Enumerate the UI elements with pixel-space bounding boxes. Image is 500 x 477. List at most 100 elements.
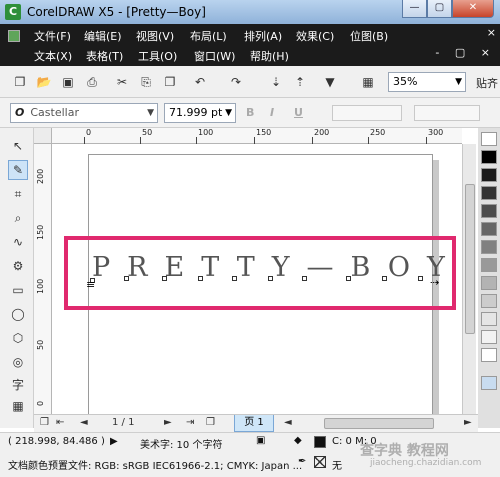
menu-bitmaps[interactable]: 位图(B): [350, 28, 388, 44]
node-handle[interactable]: [382, 276, 387, 281]
vertical-scroll-thumb[interactable]: [465, 184, 475, 334]
paste-icon[interactable]: ❐: [162, 74, 178, 90]
import-icon[interactable]: ⇣: [268, 74, 284, 90]
scroll-left-button[interactable]: ◄: [284, 417, 292, 428]
polygon-tool-icon[interactable]: ⬡: [8, 328, 28, 348]
menu-table[interactable]: 表格(T): [86, 48, 123, 64]
color-swatch[interactable]: [481, 240, 497, 254]
add-page-icon[interactable]: ❐: [206, 417, 215, 428]
color-swatch[interactable]: [481, 330, 497, 344]
font-size-select[interactable]: 71.999 pt ▼: [164, 103, 236, 123]
document-window-controls[interactable]: - ▢ ×: [435, 46, 496, 59]
maximize-button[interactable]: ▢: [427, 0, 452, 18]
menu-text[interactable]: 文本(X): [34, 48, 72, 64]
last-page-button[interactable]: ⇥: [186, 417, 194, 428]
color-swatch[interactable]: [481, 348, 497, 362]
freehand-tool-icon[interactable]: ∿: [8, 232, 28, 252]
font-list-select[interactable]: O Castellar ▼: [10, 103, 158, 123]
text-tool-icon[interactable]: 字: [8, 374, 28, 394]
underline-button[interactable]: U: [294, 106, 303, 119]
horizontal-ruler[interactable]: 0 50 100 150 200 250 300: [52, 128, 462, 144]
cut-icon[interactable]: ✂: [114, 74, 130, 90]
node-handle[interactable]: [346, 276, 351, 281]
vertical-scrollbar[interactable]: [462, 144, 476, 414]
italic-button[interactable]: I: [270, 106, 274, 119]
zoom-level-select[interactable]: 35% ▼: [388, 72, 466, 92]
export-icon[interactable]: ⇡: [292, 74, 308, 90]
color-swatch[interactable]: [481, 312, 497, 326]
node-handle[interactable]: [418, 276, 423, 281]
menu-edit[interactable]: 编辑(E): [84, 28, 122, 44]
ruler-origin[interactable]: [34, 128, 52, 144]
smart-fill-tool-icon[interactable]: ⚙: [8, 256, 28, 276]
print-icon[interactable]: ⎙: [84, 74, 100, 90]
right-spacing-handle-icon[interactable]: ⇢: [430, 277, 440, 288]
node-handle[interactable]: [232, 276, 237, 281]
bold-button[interactable]: B: [246, 106, 254, 119]
outline-color-swatch[interactable]: [314, 456, 326, 468]
menu-view[interactable]: 视图(V): [136, 28, 174, 44]
pick-tool-icon[interactable]: ↖: [8, 136, 28, 156]
snap-to-button[interactable]: 贴齐: [476, 75, 498, 91]
opentype-font-icon: O: [15, 106, 25, 119]
color-swatch[interactable]: [481, 168, 497, 182]
application-launcher-icon[interactable]: ▼: [322, 74, 338, 90]
artistic-text-object[interactable]: PRETTY—BOY: [92, 252, 462, 283]
menu-tools[interactable]: 工具(O): [138, 48, 177, 64]
color-swatch[interactable]: [481, 376, 497, 390]
color-swatch[interactable]: [481, 276, 497, 290]
redo-icon[interactable]: ↷: [228, 74, 244, 90]
left-spacing-handle-icon[interactable]: ≡: [86, 279, 96, 290]
document-navigator-icon[interactable]: ❐: [40, 417, 49, 428]
ellipse-tool-icon[interactable]: ◯: [8, 304, 28, 324]
color-swatch[interactable]: [481, 294, 497, 308]
menu-effects[interactable]: 效果(C): [296, 28, 334, 44]
undo-icon[interactable]: ↶: [192, 74, 208, 90]
node-handle[interactable]: [268, 276, 273, 281]
vertical-ruler[interactable]: 200 150 100 50 0: [34, 144, 52, 414]
open-folder-icon[interactable]: 📂: [36, 74, 52, 90]
crop-tool-icon[interactable]: ⌗: [8, 184, 28, 204]
node-handle[interactable]: [124, 276, 129, 281]
page-tab[interactable]: 页 1: [234, 415, 274, 432]
copy-icon[interactable]: ⎘: [138, 74, 154, 90]
new-document-icon[interactable]: ❐: [12, 74, 28, 90]
chevron-down-icon: ▼: [147, 108, 154, 118]
menu-window[interactable]: 窗口(W): [194, 48, 235, 64]
color-swatch[interactable]: [481, 204, 497, 218]
document-color-profile[interactable]: 文档颜色预置文件: RGB: sRGB IEC61966-2.1; CMYK: …: [8, 457, 302, 472]
rectangle-tool-icon[interactable]: ▭: [8, 280, 28, 300]
node-handle[interactable]: [198, 276, 203, 281]
close-button[interactable]: ✕: [452, 0, 494, 18]
text-property-field[interactable]: [414, 105, 480, 121]
menu-file[interactable]: 文件(F): [34, 28, 71, 44]
next-page-button[interactable]: ►: [164, 417, 172, 428]
menu-arrange[interactable]: 排列(A): [244, 28, 282, 44]
color-swatch[interactable]: [481, 186, 497, 200]
color-proof-icon[interactable]: ▣: [256, 435, 265, 446]
play-icon[interactable]: ▶: [110, 436, 118, 447]
zoom-tool-icon[interactable]: ⌕: [8, 208, 28, 228]
node-handle[interactable]: [162, 276, 167, 281]
first-page-button[interactable]: ⇤: [56, 417, 64, 428]
no-color-swatch[interactable]: [481, 132, 497, 146]
color-swatch[interactable]: [481, 150, 497, 164]
color-swatch[interactable]: [481, 258, 497, 272]
menu-help[interactable]: 帮助(H): [250, 48, 289, 64]
horizontal-scroll-thumb[interactable]: [324, 418, 434, 429]
color-swatch[interactable]: [481, 222, 497, 236]
shape-tool-icon[interactable]: ✎: [8, 160, 28, 180]
minimize-button[interactable]: —: [402, 0, 427, 18]
fill-color-swatch[interactable]: [314, 436, 326, 448]
text-property-field[interactable]: [332, 105, 402, 121]
save-icon[interactable]: ▣: [60, 74, 76, 90]
welcome-screen-icon[interactable]: ▦: [360, 74, 376, 90]
drawing-window[interactable]: PRETTY—BOY ≡ ⇢: [52, 144, 462, 414]
table-tool-icon[interactable]: ▦: [8, 396, 28, 416]
previous-page-button[interactable]: ◄: [80, 417, 88, 428]
scroll-right-button[interactable]: ►: [464, 417, 472, 428]
menu-layout[interactable]: 布局(L): [190, 28, 227, 44]
document-close-button[interactable]: ×: [487, 26, 496, 39]
basic-shapes-tool-icon[interactable]: ◎: [8, 352, 28, 372]
node-handle[interactable]: [302, 276, 307, 281]
